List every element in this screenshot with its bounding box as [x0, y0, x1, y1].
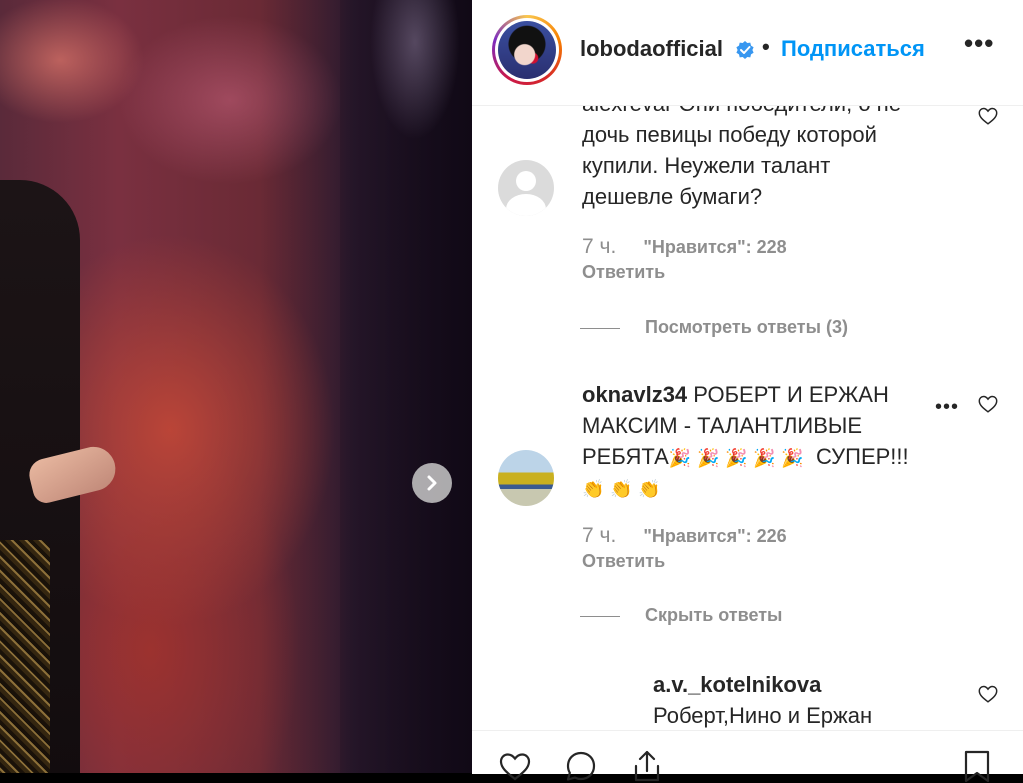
comment-options-button[interactable]: ••• — [935, 396, 959, 419]
view-replies-button[interactable]: Посмотреть ответы (3) — [645, 317, 848, 338]
reply-username[interactable]: a.v._kotelnikova — [653, 672, 821, 697]
separator-dot: • — [762, 34, 770, 59]
photo-embroidery — [0, 540, 50, 773]
author-username[interactable]: lobodaofficial — [580, 36, 723, 62]
hide-replies-button[interactable]: Скрыть ответы — [645, 605, 782, 626]
comment-line: дочь певицы победу которой — [582, 122, 877, 147]
author-avatar[interactable] — [492, 15, 562, 85]
comment-line: СУПЕР!!! — [816, 444, 909, 469]
more-options-button[interactable]: ••• — [964, 28, 994, 59]
verified-badge-icon — [736, 41, 754, 59]
avatar-image — [498, 21, 556, 79]
comment-meta: 7 ч. "Нравится": 226 — [582, 524, 787, 548]
heart-icon[interactable] — [498, 749, 532, 783]
post-side-panel: lobodaofficial • Подписаться ••• alexrev… — [472, 0, 1023, 783]
comment-line: купили. Неужели талант — [582, 153, 831, 178]
reply-line: Роберт,Нино и Ержан — [653, 703, 873, 728]
comment-line: МАКСИМ - ТАЛАНТЛИВЫЕ — [582, 413, 863, 438]
like-reply-icon[interactable] — [977, 683, 999, 705]
comment-text: alexrevar Они победители, о не дочь певи… — [582, 105, 942, 212]
like-comment-icon[interactable] — [977, 393, 999, 415]
comment-meta: 7 ч. "Нравится": 228 — [582, 235, 787, 259]
reply-button[interactable]: Ответить — [582, 262, 665, 283]
like-comment-icon[interactable] — [977, 105, 999, 127]
comment-time: 7 ч. — [582, 524, 617, 547]
post-actions-bar — [472, 730, 1023, 783]
reply-button[interactable]: Ответить — [582, 551, 665, 572]
photo-glow — [370, 0, 460, 140]
post-photo — [0, 0, 472, 773]
commenter-avatar[interactable] — [498, 450, 554, 506]
chevron-right-icon — [427, 475, 437, 491]
party-emoji: 🎉 🎉 🎉 🎉 🎉 — [668, 448, 804, 469]
comment-username[interactable]: oknavlz34 — [582, 382, 687, 407]
comment-icon[interactable] — [564, 749, 598, 783]
reply-text: a.v._kotelnikova Роберт,Нино и Ержан — [653, 669, 953, 730]
comments-list[interactable]: alexrevar Они победители, о не дочь певи… — [472, 105, 1023, 730]
comment-likes[interactable]: "Нравится": 226 — [643, 526, 786, 546]
comment-clipped-line: alexrevar Они победители, о не — [582, 105, 942, 119]
divider-line — [580, 328, 620, 329]
post-header: lobodaofficial • Подписаться ••• — [472, 0, 1023, 106]
comment-text: oknavlz34 РОБЕРТ И ЕРЖАН МАКСИМ - ТАЛАНТ… — [582, 379, 932, 505]
comment-line: дешевле бумаги? — [582, 184, 763, 209]
bookmark-icon[interactable] — [960, 749, 994, 783]
share-icon[interactable] — [630, 749, 664, 783]
comment-time: 7 ч. — [582, 235, 617, 258]
follow-button[interactable]: Подписаться — [781, 36, 925, 62]
commenter-avatar[interactable] — [498, 160, 554, 216]
comment-line: РЕБЯТА — [582, 444, 669, 469]
clap-emoji: 👏 👏 👏 — [582, 479, 661, 500]
comment-likes[interactable]: "Нравится": 228 — [643, 237, 786, 257]
divider-line — [580, 616, 620, 617]
comment-line: РОБЕРТ И ЕРЖАН — [693, 382, 889, 407]
next-photo-button[interactable] — [412, 463, 452, 503]
